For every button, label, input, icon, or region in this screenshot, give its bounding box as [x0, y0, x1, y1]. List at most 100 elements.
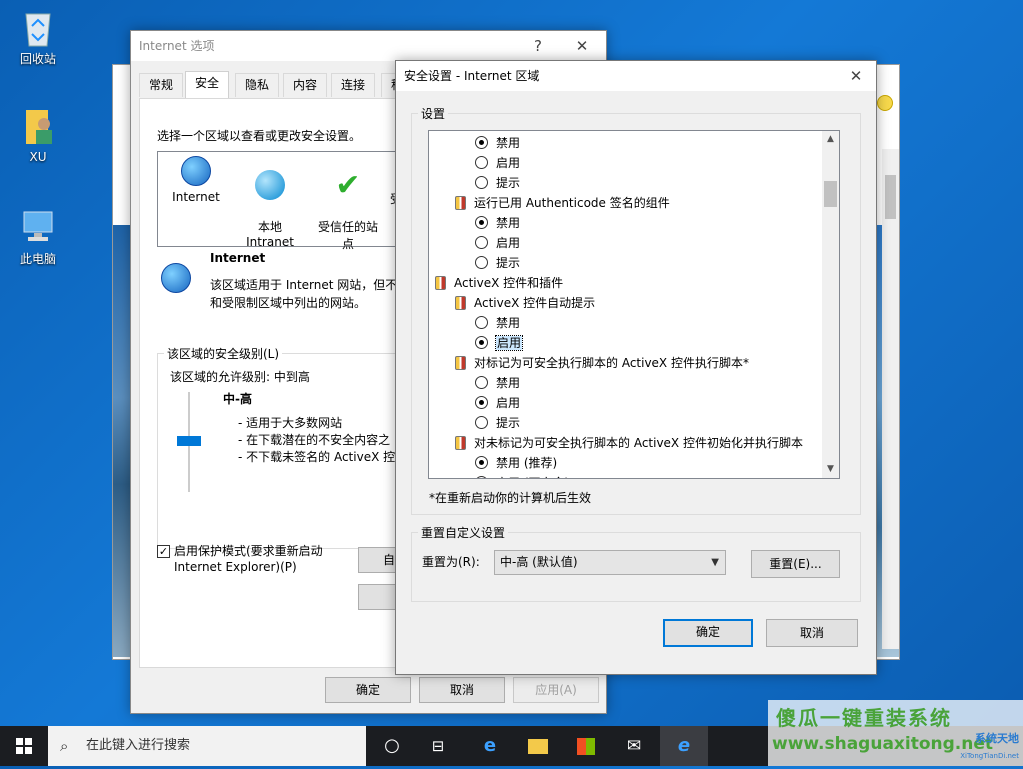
cancel-button[interactable]: 取消: [419, 677, 505, 703]
close-button[interactable]: ✕: [562, 31, 602, 61]
setting-option[interactable]: 启用: [475, 153, 520, 173]
radio-icon[interactable]: [475, 476, 488, 478]
watermark-line2: www.shaguaxitong.net: [772, 734, 994, 754]
apply-button[interactable]: 应用(A): [513, 677, 599, 703]
level-item: - 在下载潜在的不安全内容之: [238, 433, 391, 447]
checkmark-icon: ✔: [335, 168, 361, 203]
radio-icon[interactable]: [475, 396, 488, 409]
setting-label: ActiveX 控件和插件: [454, 276, 564, 290]
close-button[interactable]: ✕: [836, 61, 876, 91]
setting-label: 提示: [496, 256, 521, 270]
radio-icon[interactable]: [475, 376, 488, 389]
radio-icon[interactable]: [475, 216, 488, 229]
ok-button[interactable]: 确定: [325, 677, 411, 703]
radio-icon[interactable]: [475, 416, 488, 429]
scroll-up-icon[interactable]: ▲: [822, 131, 839, 148]
store-icon[interactable]: [562, 726, 610, 766]
setting-option[interactable]: 提示: [475, 413, 520, 433]
slider-thumb[interactable]: [177, 436, 201, 446]
radio-icon[interactable]: [475, 136, 488, 149]
reset-button[interactable]: 重置(E)...: [751, 550, 840, 578]
setting-icon: [455, 356, 466, 370]
tree-scrollbar[interactable]: ▲ ▼: [822, 131, 839, 478]
mail-icon[interactable]: ✉: [610, 726, 658, 766]
zone-trusted[interactable]: ✔ 受信任的站 点: [308, 156, 388, 266]
setting-option[interactable]: 提示: [475, 253, 520, 273]
radio-icon[interactable]: [475, 156, 488, 169]
setting-option[interactable]: 启用 (不安全): [475, 473, 569, 478]
tab-content[interactable]: 内容: [283, 73, 328, 97]
radio-icon[interactable]: [475, 336, 488, 349]
cancel-button[interactable]: 取消: [766, 619, 858, 647]
zone-description: 该区域适用于 Internet 网站，但不: [210, 278, 398, 292]
setting-option[interactable]: 启用: [475, 333, 524, 353]
scroll-thumb[interactable]: [885, 175, 896, 219]
setting-item[interactable]: ActiveX 控件自动提示: [455, 293, 595, 313]
scroll-thumb[interactable]: [824, 181, 837, 207]
watermark-line1: 傻瓜一键重装系统: [776, 706, 952, 730]
radio-icon[interactable]: [475, 316, 488, 329]
setting-option[interactable]: 禁用: [475, 373, 520, 393]
edge-icon[interactable]: e: [466, 726, 514, 766]
setting-label: 启用 (不安全): [496, 476, 569, 478]
setting-option[interactable]: 启用: [475, 393, 520, 413]
desktop-icon-user[interactable]: XU: [8, 106, 68, 164]
setting-label: 对未标记为可安全执行脚本的 ActiveX 控件初始化并执行脚本: [474, 436, 803, 450]
radio-icon[interactable]: [475, 176, 488, 189]
search-icon: ⌕: [60, 737, 69, 755]
setting-label: 禁用: [496, 216, 521, 230]
setting-label: 禁用: [496, 376, 521, 390]
user-folder-icon: [18, 106, 58, 148]
tab-connections[interactable]: 连接: [331, 73, 376, 97]
watermark: 傻瓜一键重装系统 www.shaguaxitong.net 系统天地 XiTon…: [768, 700, 1023, 766]
desktop-icon-label: 此电脑: [19, 252, 56, 266]
ie-icon[interactable]: e: [660, 726, 708, 766]
protected-mode-label: Internet Explorer)(P): [174, 560, 297, 574]
taskbar-search-box[interactable]: ⌕ 在此键入进行搜索: [48, 726, 366, 766]
setting-option[interactable]: 启用: [475, 233, 520, 253]
start-button[interactable]: [0, 726, 48, 766]
settings-tree[interactable]: 禁用 启用 提示 运行已用 Authenticode 签名的组件 禁用 启用 提示 Activ…: [428, 130, 840, 479]
setting-option[interactable]: 禁用: [475, 213, 520, 233]
desktop-icon-recycle-bin[interactable]: 回收站: [8, 6, 68, 67]
ok-button[interactable]: 确定: [663, 619, 753, 647]
radio-icon[interactable]: [475, 236, 488, 249]
scroll-down-icon[interactable]: ▼: [822, 461, 839, 478]
zone-label: Internet: [172, 190, 220, 204]
setting-icon: [455, 196, 466, 210]
zone-intranet[interactable]: 本地 Intranet: [234, 156, 306, 263]
desktop-icon-label: XU: [29, 150, 47, 164]
zone-internet[interactable]: Internet: [162, 156, 230, 204]
setting-category[interactable]: ActiveX 控件和插件: [435, 273, 563, 293]
radio-icon[interactable]: [475, 456, 488, 469]
help-button[interactable]: ?: [518, 31, 558, 61]
setting-item[interactable]: 运行已用 Authenticode 签名的组件: [455, 193, 670, 213]
desktop-icon-this-pc[interactable]: 此电脑: [8, 206, 68, 267]
setting-label: 禁用: [496, 316, 521, 330]
setting-label: 启用: [494, 335, 524, 351]
cortana-icon[interactable]: ○: [368, 726, 416, 766]
setting-option[interactable]: 禁用 (推荐): [475, 453, 557, 473]
task-view-icon[interactable]: ⊟: [414, 726, 462, 766]
browser-scrollbar[interactable]: [882, 149, 899, 649]
level-name: 中-高: [223, 392, 252, 406]
setting-item[interactable]: 对标记为可安全执行脚本的 ActiveX 控件执行脚本*: [455, 353, 749, 373]
setting-option[interactable]: 禁用: [475, 133, 520, 153]
zone-prompt: 选择一个区域以查看或更改安全设置。: [157, 129, 362, 143]
protected-mode-checkbox[interactable]: ✓: [157, 545, 170, 558]
emoji-icon: [877, 95, 893, 111]
tab-security[interactable]: 安全: [185, 71, 230, 98]
file-explorer-icon[interactable]: [514, 726, 562, 766]
setting-item[interactable]: 对未标记为可安全执行脚本的 ActiveX 控件初始化并执行脚本: [455, 433, 803, 453]
level-item: - 适用于大多数网站: [238, 416, 343, 430]
reset-level-select[interactable]: 中-高 (默认值) ▼: [494, 550, 726, 575]
protected-mode-label: 启用保护模式(要求重新启动: [174, 544, 323, 558]
setting-option[interactable]: 禁用: [475, 313, 520, 333]
security-settings-dialog: 安全设置 - Internet 区域 ✕ 设置 禁用 启用 提示 运行已用 Authe…: [395, 60, 877, 675]
setting-option[interactable]: 提示: [475, 173, 520, 193]
radio-icon[interactable]: [475, 256, 488, 269]
tab-privacy[interactable]: 隐私: [235, 73, 280, 97]
tab-general[interactable]: 常规: [139, 73, 184, 97]
desktop-icon-label: 回收站: [19, 52, 56, 66]
security-slider[interactable]: [170, 392, 208, 492]
